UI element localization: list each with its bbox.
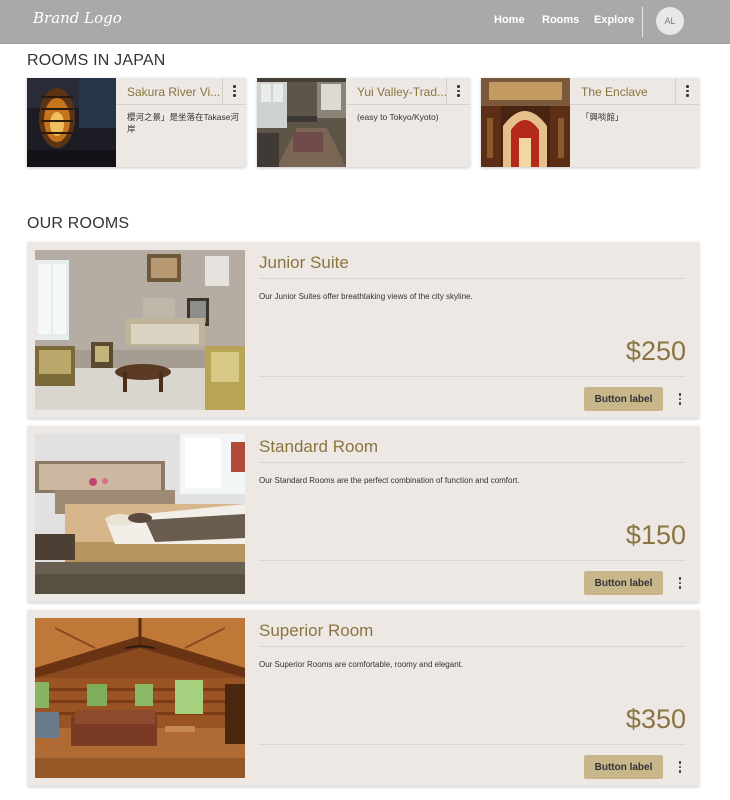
- room-photo: [35, 250, 245, 410]
- japan-room-card[interactable]: Yui Valley-Trad... (easy to Tokyo/Kyoto): [257, 78, 470, 167]
- nav-explore[interactable]: Explore: [594, 14, 634, 26]
- room-card-standard-room[interactable]: Standard Room Our Standard Rooms are the…: [28, 426, 699, 602]
- room-thumbnail-image: [257, 78, 346, 167]
- japan-room-card[interactable]: Sakura River Vi... 櫻河之景」是坐落在Takase河岸: [27, 78, 246, 167]
- nav-home[interactable]: Home: [494, 14, 525, 26]
- room-thumbnail-image: [481, 78, 570, 167]
- room-title: Junior Suite: [259, 253, 349, 272]
- more-vertical-icon[interactable]: [674, 757, 686, 777]
- more-vertical-icon[interactable]: [674, 573, 686, 593]
- japan-room-description: 櫻河之景」是坐落在Takase河岸: [127, 112, 239, 134]
- japan-room-description: (easy to Tokyo/Kyoto): [357, 112, 439, 122]
- room-photo: [35, 618, 245, 778]
- card-divider: [259, 744, 685, 745]
- room-price: $350: [625, 704, 686, 734]
- more-vertical-icon[interactable]: [222, 78, 246, 104]
- card-divider: [570, 104, 699, 105]
- room-thumbnail-image: [27, 78, 116, 167]
- room-price: $150: [625, 520, 686, 550]
- card-divider: [259, 278, 685, 279]
- room-description: Our Standard Rooms are the perfect combi…: [259, 476, 520, 485]
- nav-rooms[interactable]: Rooms: [542, 14, 579, 26]
- japan-room-title[interactable]: Sakura River Vi...: [127, 85, 227, 99]
- japan-room-description: 「興啖館」: [581, 112, 624, 122]
- room-title: Standard Room: [259, 437, 379, 456]
- room-card-superior-room[interactable]: Superior Room Our Superior Rooms are com…: [28, 610, 699, 786]
- card-divider: [259, 646, 685, 647]
- japan-room-card[interactable]: The Enclave 「興啖館」: [481, 78, 699, 167]
- our-rooms-heading: OUR ROOMS: [27, 215, 130, 232]
- card-divider: [259, 376, 685, 377]
- rooms-in-japan-heading: ROOMS IN JAPAN: [27, 52, 166, 69]
- room-title: Superior Room: [259, 621, 374, 640]
- room-description: Our Junior Suites offer breathtaking vie…: [259, 292, 473, 301]
- top-app-bar: Brand Logo Home Rooms Explore AL: [0, 0, 730, 44]
- card-divider: [346, 104, 470, 105]
- book-room-button[interactable]: Button label: [584, 571, 663, 595]
- nav-divider: [642, 7, 643, 37]
- user-avatar[interactable]: AL: [656, 7, 684, 35]
- card-divider: [116, 104, 246, 105]
- book-room-button[interactable]: Button label: [584, 755, 663, 779]
- room-card-junior-suite[interactable]: Junior Suite Our Junior Suites offer bre…: [28, 242, 699, 418]
- brand-logo[interactable]: Brand Logo: [33, 9, 122, 27]
- book-room-button[interactable]: Button label: [584, 387, 663, 411]
- more-vertical-icon[interactable]: [675, 78, 699, 104]
- japan-room-title[interactable]: Yui Valley-Trad...: [357, 85, 457, 99]
- card-divider: [259, 462, 685, 463]
- more-vertical-icon[interactable]: [674, 389, 686, 409]
- japan-room-title[interactable]: The Enclave: [581, 85, 681, 99]
- room-price: $250: [625, 336, 686, 366]
- card-divider: [259, 560, 685, 561]
- room-description: Our Superior Rooms are comfortable, room…: [259, 660, 464, 669]
- more-vertical-icon[interactable]: [446, 78, 470, 104]
- room-photo: [35, 434, 245, 594]
